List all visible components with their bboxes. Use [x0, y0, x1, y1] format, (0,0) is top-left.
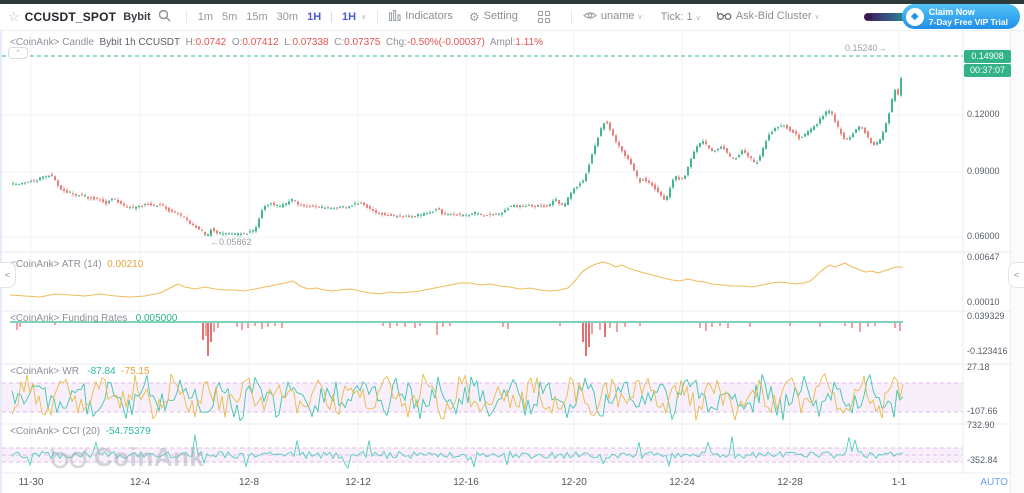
claim-vip-button[interactable]: ◆ Claim Now 7-Day Free VIP Trial: [901, 4, 1020, 29]
coinank-watermark: CoinAnk: [50, 442, 204, 473]
uname-dropdown[interactable]: uname ∨: [583, 10, 643, 24]
time-tick: 12-12: [345, 477, 371, 488]
askbid-cluster-dropdown[interactable]: Ask-Bid Cluster ∨: [716, 10, 820, 24]
watermark-text: CoinAnk: [94, 442, 205, 472]
time-tick: 12-20: [561, 477, 587, 488]
time-tick: 12-16: [453, 477, 479, 488]
time-tick: 12-8: [238, 477, 260, 488]
toolbar: ☆ CCUSDT_SPOT Bybit 1m 5m 15m 30m 1H | 1…: [0, 4, 1024, 31]
gear-icon: ⚙: [468, 10, 480, 24]
price-tick: -107.66: [967, 406, 998, 416]
divider: [377, 10, 379, 24]
browser-chrome-strip: [0, 0, 1024, 4]
price-tick: 0.00010: [967, 297, 1000, 307]
tf-selected[interactable]: 1H: [342, 11, 356, 23]
time-tick: 1-1: [891, 477, 907, 488]
price-tick: 27.18: [967, 362, 990, 372]
chevron-down-icon[interactable]: ∨: [361, 13, 366, 21]
cci-legend[interactable]: <CoinAnk> CCI (20) -54.75379: [10, 426, 151, 437]
glasses-logo-icon: [50, 448, 88, 468]
chevron-down-icon: ∨: [814, 14, 820, 21]
divider: [570, 10, 572, 24]
candle-legend: <CoinAnk> Candle Bybit 1h CCUSDT H:0.074…: [10, 37, 544, 48]
gradient-handle-left[interactable]: [863, 13, 872, 21]
time-tick: 12-24: [669, 477, 695, 488]
price-tick: -0.123416: [967, 346, 1008, 356]
right-panel-toggle[interactable]: <: [1008, 262, 1024, 288]
session-high-annotation: 0.15240→: [845, 43, 887, 53]
tf-15m[interactable]: 15m: [246, 11, 267, 23]
price-tick: 0.06000: [967, 231, 1000, 241]
layout-grid-icon[interactable]: [537, 11, 550, 23]
eye-off-icon: [583, 10, 597, 24]
tf-5m[interactable]: 5m: [222, 11, 237, 23]
search-icon[interactable]: [158, 9, 171, 25]
symbol-name[interactable]: CCUSDT_SPOT: [25, 10, 117, 24]
chevron-down-icon: ∨: [637, 14, 643, 21]
tf-30m[interactable]: 30m: [277, 11, 298, 23]
glasses-icon: [716, 10, 732, 24]
chart-canvas[interactable]: [0, 0, 1024, 493]
tick-selector[interactable]: Tick: 1 ∨: [661, 11, 701, 23]
price-tick: 0.039329: [967, 311, 1005, 321]
divider: |: [330, 11, 333, 23]
atr-legend[interactable]: <CoinAnk> ATR (14) 0.00210: [10, 259, 143, 270]
legend-collapse-button[interactable]: ⌃: [8, 47, 28, 59]
tf-1m[interactable]: 1m: [198, 11, 213, 23]
time-tick: 11-30: [18, 477, 44, 488]
price-tick: 0.00647: [967, 252, 1000, 262]
price-tick: -352.84: [967, 455, 998, 465]
time-tick: 12-28: [777, 477, 803, 488]
vip-gem-icon: ◆: [905, 7, 924, 26]
wr-legend[interactable]: <CoinAnk> WR -87.84 -75.15: [10, 366, 150, 377]
session-low-annotation: ←0.05862: [210, 237, 252, 247]
trading-terminal: ☆ CCUSDT_SPOT Bybit 1m 5m 15m 30m 1H | 1…: [0, 0, 1024, 493]
indicators-icon: [389, 10, 401, 24]
time-tick: 12-4: [129, 477, 151, 488]
price-tick: 0.09000: [967, 166, 1000, 176]
claim-line2: 7-Day Free VIP Trial: [928, 16, 1008, 27]
claim-line1: Claim Now: [928, 6, 975, 17]
price-tick: 732.90: [967, 420, 995, 430]
funding-legend[interactable]: <CoinAnk> Funding Rates 0.005000: [10, 313, 177, 324]
auto-scale-button[interactable]: AUTO: [974, 477, 1008, 488]
divider: [185, 10, 187, 24]
chevron-down-icon: ∨: [695, 15, 701, 22]
exchange-name[interactable]: Bybit: [123, 11, 151, 23]
indicators-button[interactable]: Indicators: [389, 10, 453, 24]
tf-1h-active[interactable]: 1H: [307, 11, 321, 23]
price-tick: 0.12000: [967, 109, 1000, 119]
setting-button[interactable]: ⚙ Setting: [469, 10, 518, 24]
last-price-badge: 0.14908: [964, 50, 1011, 63]
left-panel-toggle[interactable]: <: [0, 262, 16, 288]
favorite-star-icon[interactable]: ☆: [8, 9, 20, 25]
countdown-badge: 00:37:07: [964, 64, 1011, 77]
